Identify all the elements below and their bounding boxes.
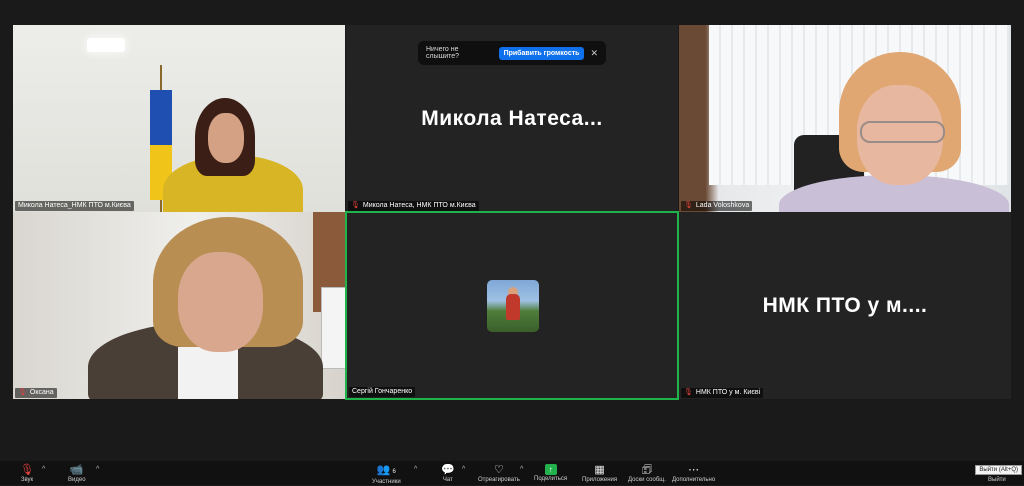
muted-mic-icon: 🎙	[684, 389, 693, 396]
participant-name-label: 🎙 НМК ПТО у м. Києві	[681, 388, 764, 398]
chevron-up-icon[interactable]: ^	[462, 466, 465, 473]
whiteboard	[321, 287, 345, 369]
mic-button[interactable]: 🎙 Звук	[20, 464, 34, 484]
collar	[178, 347, 238, 399]
audio-notification: Ничего не слышите? Прибавить громкость ✕	[418, 41, 606, 65]
chevron-up-icon[interactable]: ^	[414, 466, 417, 473]
participant-big-name: НМК ПТО у м....	[762, 293, 928, 317]
heart-icon: ♡	[493, 464, 504, 476]
ceiling-light	[87, 38, 125, 52]
notification-text: Ничего не слышите?	[426, 46, 460, 60]
chat-button[interactable]: 💬 Чат	[441, 464, 455, 484]
participants-icon: 👥	[376, 464, 391, 476]
participant-name-label: Микола Натеса_НМК ПТО м.Києва	[15, 201, 134, 211]
increase-volume-button[interactable]: Прибавить громкость	[498, 46, 585, 60]
participants-count: 6	[392, 469, 396, 475]
participant-name-label: 🎙 Lada Voloshkova	[681, 201, 753, 211]
muted-mic-icon: 🎙	[18, 389, 27, 396]
whiteboard-icon: 🗊	[641, 464, 653, 476]
apps-icon: ▦	[594, 464, 605, 476]
mic-icon: 🎙	[20, 464, 34, 476]
close-icon[interactable]: ✕	[590, 48, 598, 59]
participant-name-label: 🎙 Оксана	[15, 388, 57, 398]
video-button[interactable]: 📹 Видео	[68, 464, 86, 484]
video-tile-3[interactable]: 🎙 Lada Voloshkova	[679, 25, 1011, 212]
glasses	[860, 121, 945, 143]
meeting-toolbar: 🎙 Звук ^ 📹 Видео ^ 👥 6 Участники ^ 💬 Чат …	[0, 461, 1024, 485]
video-tile-4[interactable]: 🎙 Оксана	[13, 212, 345, 399]
participant-name-label: Сергій Гончаренко	[349, 387, 416, 397]
video-off-icon: 📹	[69, 464, 84, 476]
chevron-up-icon[interactable]: ^	[42, 466, 45, 473]
muted-mic-icon: 🎙	[684, 202, 693, 209]
chevron-up-icon[interactable]: ^	[96, 466, 99, 473]
muted-mic-icon: 🎙	[351, 202, 360, 209]
more-icon: ⋯	[688, 464, 700, 476]
chat-icon: 💬	[441, 464, 455, 476]
participant-face	[208, 113, 244, 163]
participant-name-label: 🎙 Микола Натеса, НМК ПТО м.Києва	[348, 201, 479, 211]
participants-button[interactable]: 👥 6 Участники	[372, 464, 401, 486]
share-screen-button[interactable]: ↑ Поделиться	[534, 464, 567, 483]
share-screen-icon: ↑	[544, 464, 557, 475]
chevron-up-icon[interactable]: ^	[520, 466, 523, 473]
leave-tooltip: Выйти (Alt+Q)	[975, 465, 1022, 475]
apps-button[interactable]: ▦ Приложения	[582, 464, 617, 484]
video-tile-1[interactable]: Микола Натеса_НМК ПТО м.Києва	[13, 25, 345, 212]
participant-face	[178, 252, 263, 352]
reactions-button[interactable]: ♡ Отреагировать	[478, 464, 520, 484]
whiteboard-button[interactable]: 🗊 Доски сообщ.	[628, 464, 666, 484]
video-tile-6[interactable]: НМК ПТО у м.... 🎙 НМК ПТО у м. Києві	[679, 212, 1011, 399]
video-tile-5-active-speaker[interactable]: Сергій Гончаренко	[345, 211, 679, 400]
participant-avatar	[487, 280, 539, 332]
more-button[interactable]: ⋯ Дополнительно	[672, 464, 715, 484]
participant-big-name: Микола Натеса...	[421, 106, 603, 130]
